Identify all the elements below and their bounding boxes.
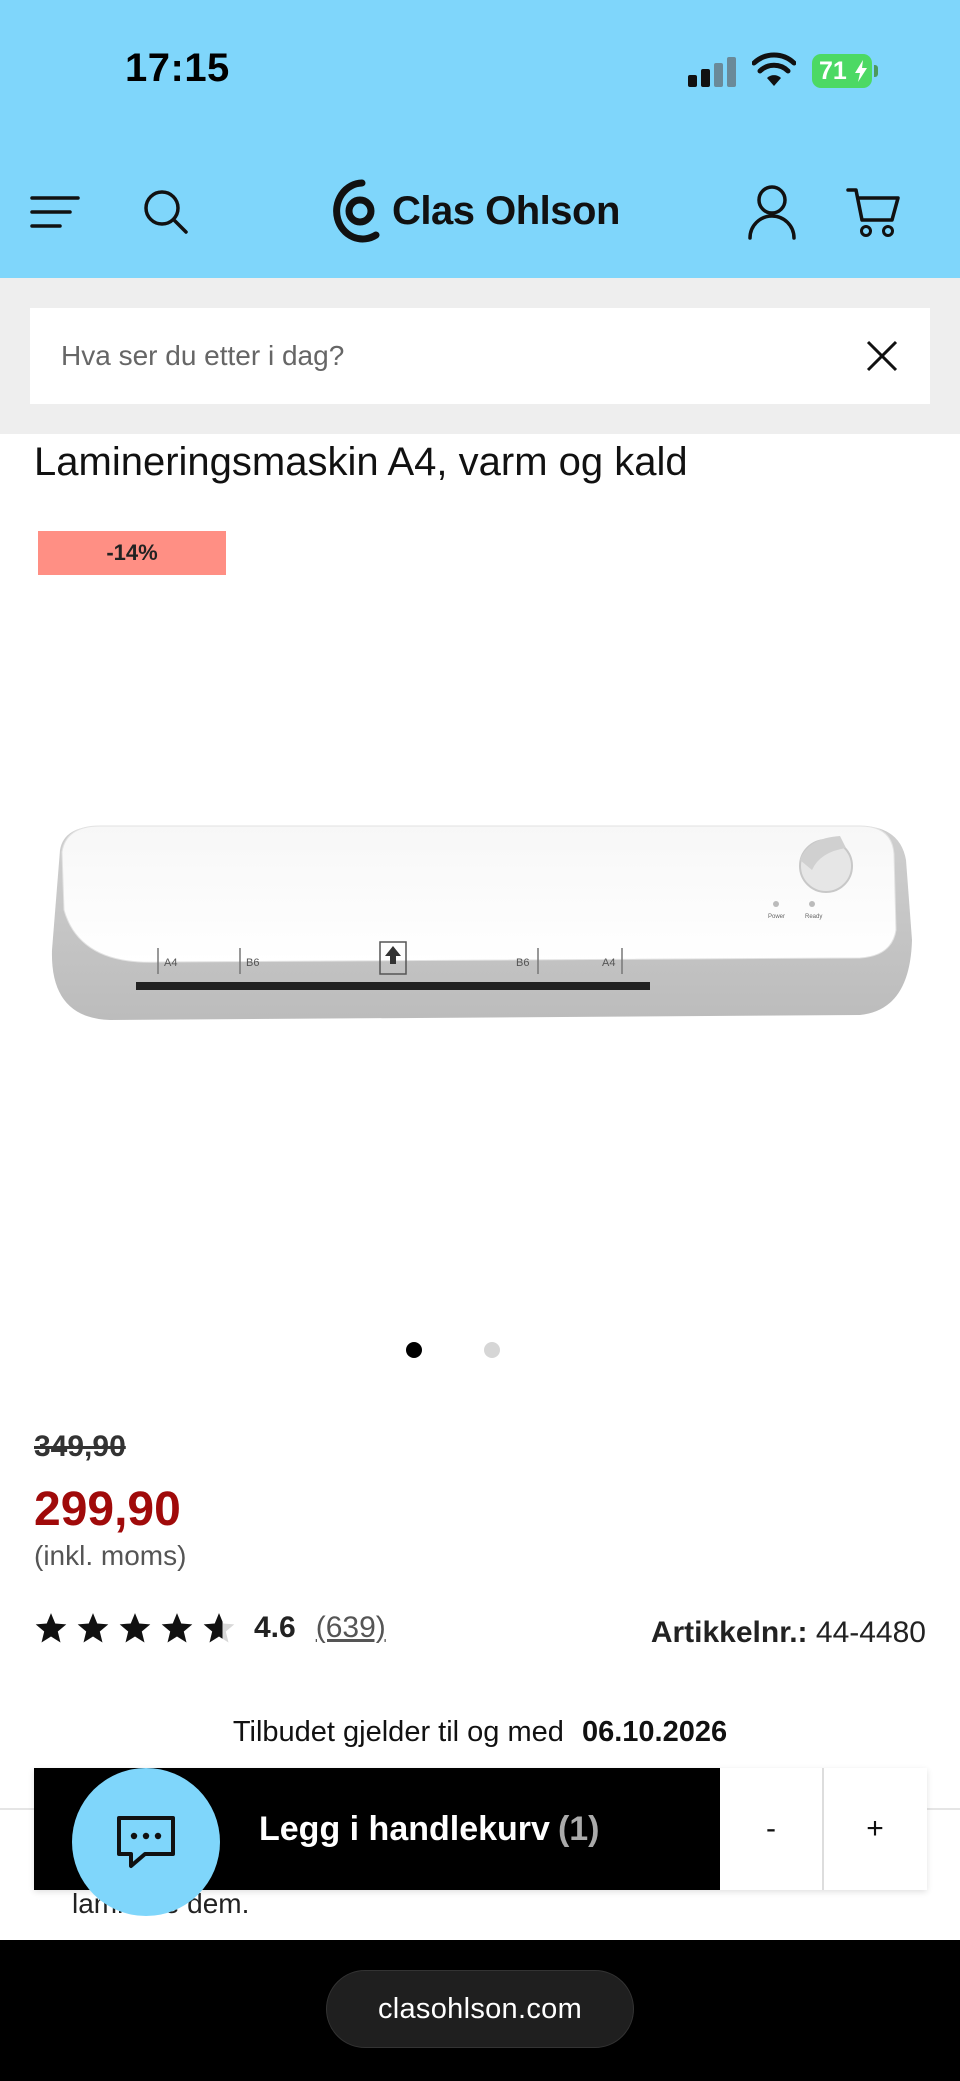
add-to-cart-text: Legg i handlekurv <box>259 1809 550 1848</box>
battery-level: 71 <box>819 57 847 85</box>
old-price: 349,90 <box>34 1430 126 1463</box>
increase-quantity-button[interactable]: + <box>824 1768 926 1890</box>
decrease-quantity-button[interactable]: - <box>720 1768 822 1890</box>
cart-quantity: (1) <box>557 1809 600 1848</box>
image-label-a4-right: A4 <box>602 957 615 969</box>
star-full-icon <box>77 1613 109 1643</box>
image-carousel-dots <box>0 1342 960 1358</box>
chat-button[interactable] <box>72 1768 220 1916</box>
carousel-dot-2[interactable] <box>484 1342 500 1358</box>
current-price: 299,90 <box>34 1483 181 1536</box>
rating-stars <box>34 1611 236 1645</box>
search-section <box>0 278 960 434</box>
offer-date: 06.10.2026 <box>581 1716 728 1748</box>
article-number-label: Artikkelnr.: <box>650 1616 808 1649</box>
search-input[interactable] <box>61 340 821 372</box>
clas-ohlson-logo-icon <box>333 179 380 243</box>
star-full-icon <box>35 1613 67 1643</box>
vat-note: (inkl. moms) <box>34 1540 187 1571</box>
user-icon <box>748 185 796 240</box>
brand-name: Clas Ohlson <box>392 188 620 233</box>
wifi-icon <box>752 52 796 86</box>
article-number: Artikkelnr.: 44-4480 <box>651 1616 926 1650</box>
charging-bolt-icon <box>855 60 867 82</box>
article-number-value: 44-4480 <box>815 1616 926 1649</box>
search-icon <box>144 190 188 234</box>
clear-search-button[interactable] <box>864 338 900 374</box>
url-bar[interactable]: clasohlson.com <box>326 1970 634 2048</box>
image-label-b6-left: B6 <box>246 957 259 969</box>
star-full-icon <box>119 1613 151 1643</box>
app-header: 17:15 71 Clas Ohlson <box>0 0 960 278</box>
account-button[interactable] <box>748 184 796 240</box>
product-image[interactable]: A4 B6 B6 A4 Power Ready <box>40 820 920 1070</box>
browser-bottom-bar: clasohlson.com <box>0 1940 960 2081</box>
review-count-link[interactable]: (639) <box>316 1611 386 1645</box>
cart-button[interactable] <box>846 186 900 238</box>
star-partial-icon <box>203 1613 235 1643</box>
chat-icon <box>117 1816 175 1868</box>
search-box <box>30 308 930 404</box>
carousel-dot-1[interactable] <box>406 1342 422 1358</box>
product-title: Lamineringsmaskin A4, varm og kald <box>34 440 688 484</box>
discount-badge: -14% <box>38 531 226 575</box>
image-label-b6-right: B6 <box>516 957 529 969</box>
search-button[interactable] <box>142 188 190 236</box>
cellular-signal-icon <box>688 57 736 87</box>
status-time: 17:15 <box>125 46 230 90</box>
product-rating[interactable]: 4.6 (639) <box>34 1608 386 1648</box>
shopping-cart-icon <box>846 188 900 237</box>
hamburger-menu-icon <box>30 196 80 228</box>
image-label-ready: Ready <box>805 914 822 920</box>
brand-logo[interactable]: Clas Ohlson <box>332 178 620 244</box>
rating-score: 4.6 <box>254 1611 296 1644</box>
star-full-icon <box>161 1613 193 1643</box>
battery-indicator: 71 <box>812 54 880 88</box>
close-icon <box>866 340 898 372</box>
image-label-a4-left: A4 <box>164 957 177 969</box>
offer-text: Tilbudet gjelder til og med <box>232 1716 564 1748</box>
menu-button[interactable] <box>30 192 80 232</box>
image-label-power: Power <box>768 914 785 920</box>
add-to-cart-label: Legg i handlekurv (1) <box>259 1810 600 1849</box>
offer-validity: Tilbudet gjelder til og med 06.10.2026 <box>0 1716 960 1749</box>
